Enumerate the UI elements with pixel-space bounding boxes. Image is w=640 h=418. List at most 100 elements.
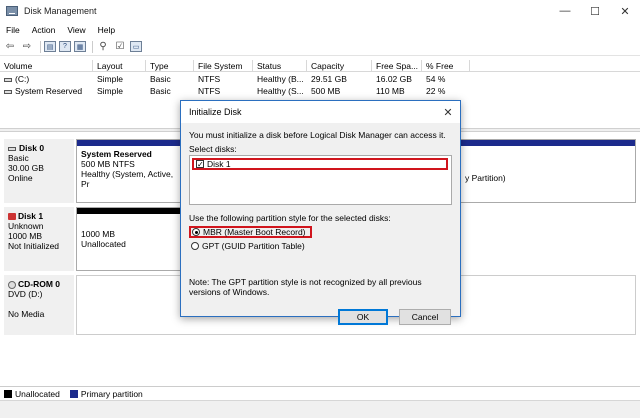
dialog-close-icon[interactable]: ✕ [440,104,456,120]
disk-1-list-item[interactable]: ✓ Disk 1 [192,158,448,170]
cdrom-0-label[interactable]: CD-ROM 0 DVD (D:) No Media [4,275,74,335]
dialog-title-bar: Initialize Disk ✕ [181,101,460,123]
partition-status: Healthy (System, Active, Pr [81,169,183,189]
disk-0-name: Disk 0 [8,143,70,153]
mbr-radio[interactable] [192,228,200,236]
partition-system-reserved[interactable]: System Reserved 500 MB NTFS Healthy (Sys… [76,139,188,203]
mbr-label: MBR (Master Boot Record) [203,227,306,237]
column-percent-free[interactable]: % Free [422,60,470,72]
help-icon[interactable]: ? [59,41,71,52]
capacity-cell: 500 MB [307,85,372,97]
cancel-button[interactable]: Cancel [399,309,451,325]
disk-0-size: 30.00 GB [8,163,70,173]
cdrom-0-name: CD-ROM 0 [8,279,70,289]
toolbar-separator [40,41,41,53]
toolbar-separator [92,41,93,53]
cdrom-drive: DVD (D:) [8,289,70,299]
window-title: Disk Management [24,6,97,16]
properties-icon[interactable]: ▦ [74,41,86,52]
disk-1-checkbox[interactable]: ✓ [196,160,204,168]
ok-button[interactable]: OK [338,309,388,325]
dialog-title: Initialize Disk [189,107,242,117]
disk-1-name-text: Disk 1 [18,211,43,221]
gpt-option[interactable]: GPT (GUID Partition Table) [191,240,305,252]
disk-1-size: 1000 MB [8,231,70,241]
disk-select-list[interactable]: ✓ Disk 1 [189,155,452,205]
checklist-icon[interactable]: ☑ [113,41,127,53]
column-layout[interactable]: Layout [93,60,146,72]
volume-list-header: Volume Layout Type File System Status Ca… [0,60,640,72]
unallocated-swatch [4,390,12,398]
view-icon[interactable]: ▭ [130,41,142,52]
menu-help[interactable]: Help [92,25,121,35]
disk-1-item-label: Disk 1 [207,159,231,169]
column-status[interactable]: Status [253,60,307,72]
partition-status: y Partition) [465,173,631,183]
column-volume[interactable]: Volume [0,60,93,72]
volume-cell: System Reserved [0,85,93,97]
title-bar: Disk Management — ☐ ✕ [0,0,640,22]
legend-unallocated: Unallocated [15,389,60,399]
console-tree-icon[interactable]: ▤ [44,41,56,52]
minimize-button[interactable]: — [550,0,580,22]
initialize-disk-dialog: Initialize Disk ✕ You must initialize a … [180,100,461,317]
partition-c[interactable]: y Partition) [460,139,636,203]
disk-0-label[interactable]: Disk 0 Basic 30.00 GB Online [4,139,74,203]
file-system-cell: NTFS [194,85,253,97]
capacity-cell: 29.51 GB [307,73,372,85]
disk-0-state: Online [8,173,70,183]
disk-1-label[interactable]: Disk 1 Unknown 1000 MB Not Initialized [4,207,74,271]
select-disks-label: Select disks: [189,144,237,154]
primary-partition-swatch [70,390,78,398]
volume-name: (C:) [15,74,29,84]
mbr-option[interactable]: MBR (Master Boot Record) [189,226,312,238]
column-free-space[interactable]: Free Spa... [372,60,422,72]
layout-cell: Simple [93,73,146,85]
table-row[interactable]: (C:) Simple Basic NTFS Healthy (B... 29.… [0,73,640,85]
disk-1-name: Disk 1 [8,211,70,221]
cdrom-state: No Media [8,309,70,319]
dialog-message: You must initialize a disk before Logica… [189,130,446,140]
drive-icon [4,90,12,94]
partition-style-label: Use the following partition style for th… [189,213,391,223]
window-controls: — ☐ ✕ [550,0,640,22]
free-space-cell: 16.02 GB [372,73,422,85]
disk-0-name-text: Disk 0 [19,143,44,153]
column-file-system[interactable]: File System [194,60,253,72]
partition-unallocated[interactable]: 1000 MB Unallocated [76,207,186,271]
column-type[interactable]: Type [146,60,194,72]
volume-name: System Reserved [15,86,82,96]
close-button[interactable]: ✕ [610,0,640,22]
disk-1-type: Unknown [8,221,70,231]
back-arrow-icon[interactable]: ⇦ [3,41,17,53]
gpt-label: GPT (GUID Partition Table) [202,241,305,251]
menu-view[interactable]: View [61,25,91,35]
disk-management-icon [6,6,18,16]
partition-status: Unallocated [81,239,181,249]
cdrom-0-name-text: CD-ROM 0 [18,279,60,289]
menu-file[interactable]: File [0,25,26,35]
disk-icon [8,147,16,151]
toolbar: ⇦ ⇨ ▤ ? ▦ ⚲ ☑ ▭ [0,38,640,56]
legend: Unallocated Primary partition [0,386,640,400]
connect-icon[interactable]: ⚲ [96,41,110,53]
maximize-button[interactable]: ☐ [580,0,610,22]
column-capacity[interactable]: Capacity [307,60,372,72]
status-cell: Healthy (S... [253,85,307,97]
partition-size: 1000 MB [81,229,181,239]
percent-free-cell: 54 % [422,73,470,85]
partition-title: System Reserved [81,149,183,159]
gpt-note: Note: The GPT partition style is not rec… [189,277,454,297]
forward-arrow-icon[interactable]: ⇨ [20,41,34,53]
disk-1-state: Not Initialized [8,241,70,251]
free-space-cell: 110 MB [372,85,422,97]
menu-action[interactable]: Action [26,25,62,35]
type-cell: Basic [146,85,194,97]
partition-size: 500 MB NTFS [81,159,183,169]
volume-cell: (C:) [0,73,93,85]
status-bar [0,400,640,418]
menu-bar: File Action View Help [0,22,640,38]
file-system-cell: NTFS [194,73,253,85]
table-row[interactable]: System Reserved Simple Basic NTFS Health… [0,85,640,97]
gpt-radio[interactable] [191,242,199,250]
